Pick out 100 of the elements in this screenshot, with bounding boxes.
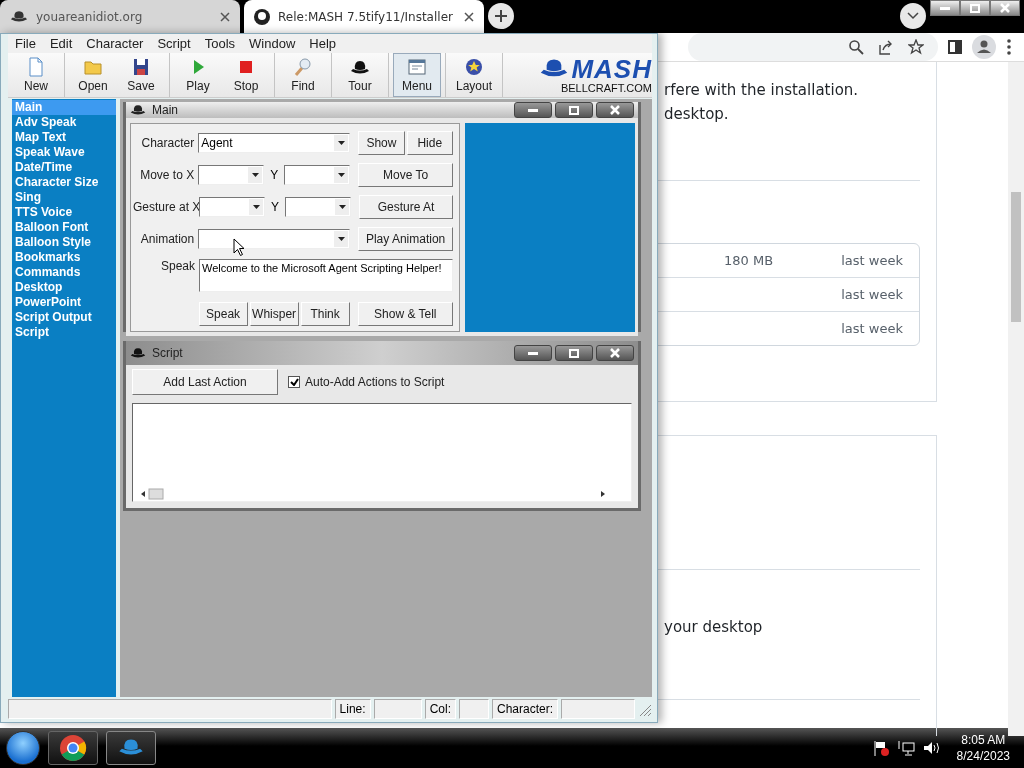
close-button[interactable] [596, 345, 634, 361]
sidebar-item[interactable]: Script Output [12, 310, 116, 325]
close-icon[interactable] [464, 11, 474, 22]
menu-item[interactable]: Window [242, 36, 303, 51]
sidebar-item[interactable]: Commands [12, 265, 116, 280]
toolbar-button[interactable]: Find [279, 53, 327, 97]
close-button[interactable] [990, 0, 1020, 16]
dropdown[interactable]: Agent [198, 133, 351, 153]
sidebar-item[interactable]: Speak Wave [12, 145, 116, 160]
scrollbar[interactable] [1008, 62, 1024, 736]
flag-icon[interactable] [872, 740, 889, 756]
start-button[interactable] [6, 731, 40, 765]
sidebar-item[interactable]: Desktop [12, 280, 116, 295]
maximize-button[interactable] [555, 102, 593, 118]
action-button[interactable]: Show [358, 131, 405, 155]
toolbar-button[interactable]: Layout [450, 53, 498, 97]
modified-time: last week [841, 287, 903, 302]
toolbar-button[interactable]: Menu [393, 53, 441, 97]
window-title: Script [152, 346, 183, 360]
star-icon[interactable] [908, 39, 924, 55]
toolbar-button[interactable]: Tour [336, 53, 384, 97]
toolbar-button[interactable]: Play [174, 53, 222, 97]
cursor-icon [233, 238, 245, 256]
minimize-button[interactable] [930, 0, 960, 16]
close-button[interactable] [596, 102, 634, 118]
sidebar-item[interactable]: Adv Speak [12, 115, 116, 130]
status-label: Character: [491, 699, 558, 719]
clock[interactable]: 8:05 AM 8/24/2023 [956, 732, 1010, 764]
side-panel-icon[interactable] [948, 40, 962, 54]
minimize-button[interactable] [514, 345, 552, 361]
toolbar-button[interactable]: Stop [222, 53, 270, 97]
action-button[interactable]: Think [300, 302, 350, 326]
sidebar-item[interactable]: Map Text [12, 130, 116, 145]
dropdown[interactable] [199, 197, 265, 217]
menu-item[interactable]: Help [302, 36, 344, 51]
address-bar[interactable] [688, 33, 938, 61]
network-icon[interactable] [896, 740, 915, 756]
menu-item[interactable]: Tools [197, 36, 243, 51]
dropdown[interactable] [198, 165, 265, 185]
sidebar-item[interactable]: Script [12, 325, 116, 340]
text-line: desktop. [663, 104, 730, 125]
sidebar-item[interactable]: Balloon Font [12, 220, 116, 235]
field-label: Animation [139, 232, 195, 246]
logo-subtitle: BELLCRAFT.COM [560, 82, 652, 94]
add-last-action-button[interactable]: Add Last Action [132, 369, 278, 395]
sidebar-item[interactable]: Balloon Style [12, 235, 116, 250]
action-button[interactable]: Play Animation [358, 227, 453, 251]
search-icon[interactable] [848, 39, 864, 55]
sidebar-item[interactable]: Sing [12, 190, 116, 205]
status-label: Col: [424, 699, 456, 719]
new-tab-button[interactable] [488, 3, 514, 29]
sidebar-item[interactable]: TTS Voice [12, 205, 116, 220]
action-button[interactable]: Hide [406, 131, 453, 155]
menu-icon[interactable] [1006, 39, 1012, 55]
field-label: Y [270, 200, 280, 214]
checkbox[interactable]: Auto-Add Actions to Script [288, 375, 445, 389]
speak-text-field[interactable]: Welcome to the Microsoft Agent Scripting Helper! [199, 259, 453, 292]
taskbar-button[interactable] [48, 731, 98, 765]
action-button[interactable]: Gesture At [359, 195, 453, 219]
caret-icon [337, 173, 345, 177]
sidebar-item[interactable]: Bookmarks [12, 250, 116, 265]
maximize-icon [970, 3, 980, 13]
action-button[interactable]: Move To [358, 163, 453, 187]
maximize-button[interactable] [960, 0, 990, 16]
toolbar-button[interactable]: New [12, 53, 60, 97]
caret-icon [337, 237, 345, 241]
tab-search-button[interactable] [900, 3, 926, 29]
plus-icon [494, 9, 508, 23]
caret-icon [337, 141, 345, 145]
logo-text: MASH [571, 56, 652, 82]
checkmark-icon [289, 378, 299, 386]
sidebar-item[interactable]: Date/Time [12, 160, 116, 175]
menu-item[interactable]: Script [150, 36, 198, 51]
action-button[interactable]: Whisper [249, 302, 299, 326]
dropdown[interactable] [198, 229, 351, 249]
sidebar-item[interactable]: PowerPoint [12, 295, 116, 310]
menu-item[interactable]: Character [79, 36, 151, 51]
speaker-icon[interactable] [922, 740, 941, 756]
close-icon[interactable] [220, 11, 230, 22]
maximize-button[interactable] [555, 345, 593, 361]
profile-icon[interactable] [972, 35, 996, 59]
toolbar-button[interactable]: Open [69, 53, 117, 97]
share-icon[interactable] [878, 39, 894, 55]
action-button[interactable]: Speak [198, 302, 248, 326]
magnifier-icon [293, 57, 313, 77]
menu-item[interactable]: Edit [42, 36, 80, 51]
minimize-button[interactable] [514, 102, 552, 118]
close-icon [1000, 3, 1010, 13]
caret-icon [338, 205, 346, 209]
field-label: Speak [159, 259, 195, 273]
hat-icon [130, 346, 146, 360]
sidebar-item[interactable]: Character Size [12, 175, 116, 190]
action-button[interactable]: Show & Tell [357, 302, 453, 326]
menu-item[interactable]: File [8, 36, 43, 51]
toolbar-button[interactable]: Save [117, 53, 165, 97]
browser-tab[interactable]: youareanidiot.org [0, 0, 240, 33]
caret-icon [252, 205, 260, 209]
browser-tab[interactable]: Rele:MASH 7.5tify11/Installer [244, 0, 484, 33]
dropdown[interactable] [284, 165, 351, 185]
dropdown[interactable] [285, 197, 351, 217]
